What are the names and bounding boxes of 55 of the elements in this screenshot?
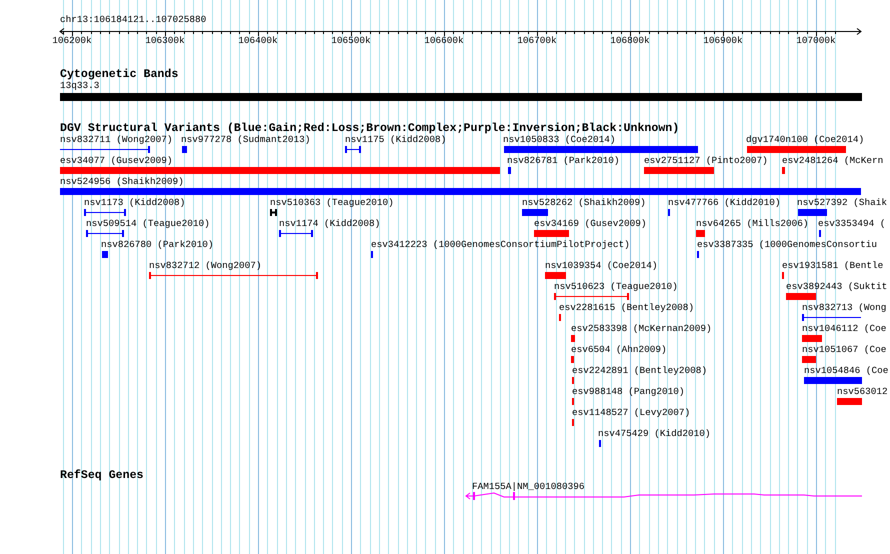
variant-label: nsv832711 (Wong2007) bbox=[60, 134, 173, 146]
variant-label: nsv832713 (Wong bbox=[802, 302, 886, 314]
variant-label: esv3387335 (1000GenomesConsortiu bbox=[697, 239, 878, 251]
variant-label: nsv1046112 (Coe bbox=[802, 323, 886, 335]
track-title: RefSeq Genes bbox=[60, 469, 144, 482]
variant-label: nsv1175 (Kidd2008) bbox=[345, 134, 446, 146]
variant-label: esv34077 (Gusev2009) bbox=[60, 155, 173, 167]
variant-label: esv3892443 (Suktit bbox=[786, 281, 888, 293]
tick-label: 106200k bbox=[52, 35, 92, 47]
variant-label: nsv510623 (Teague2010) bbox=[554, 281, 678, 293]
variant-label: esv3412223 (1000GenomesConsortiumPilotProject) bbox=[371, 239, 630, 251]
location-label: chr13:106184121..107025880 bbox=[60, 14, 206, 26]
variant-label: nsv528262 (Shaikh2009) bbox=[522, 197, 646, 209]
variant-label: nsv563012 bbox=[837, 386, 888, 398]
variant-label: nsv527392 (Shaik bbox=[797, 197, 888, 209]
track-title: DGV Structural Variants (Blue:Gain;Red:Loss;Brown:Complex;Purple:Inversion;Black:Unknown) bbox=[60, 122, 680, 135]
tick-label: 106700k bbox=[517, 35, 557, 47]
variant-label: esv6504 (Ahn2009) bbox=[571, 344, 667, 356]
variant-label: esv1148527 (Levy2007) bbox=[572, 407, 690, 419]
gene-label: FAM155A|NM_001080396 bbox=[472, 481, 585, 493]
variant-label: nsv826781 (Park2010) bbox=[507, 155, 620, 167]
variant-label: esv34169 (Gusev2009) bbox=[534, 218, 647, 230]
variant-label: nsv1050833 (Coe2014) bbox=[503, 134, 616, 146]
variant-label: nsv1054846 (Coe bbox=[804, 365, 888, 377]
variant-label: dgv1740n100 (Coe2014) bbox=[746, 134, 864, 146]
variant-label: nsv477766 (Kidd2010) bbox=[668, 197, 781, 209]
variant-label: esv2583398 (McKernan2009) bbox=[571, 323, 712, 335]
variant-label: esv2481264 (McKern bbox=[782, 155, 884, 167]
variant-label: esv3353494 ( bbox=[818, 218, 886, 230]
tick-label: 106600k bbox=[424, 35, 464, 47]
tick-label: 107000k bbox=[796, 35, 836, 47]
variant-label: nsv1051067 (Coe bbox=[802, 344, 886, 356]
variant-label: nsv832712 (Wong2007) bbox=[149, 260, 262, 272]
variant-label: nsv510363 (Teague2010) bbox=[270, 197, 394, 209]
variant-label: nsv524956 (Shaikh2009) bbox=[60, 176, 184, 188]
variant-label: esv1931581 (Bentle bbox=[782, 260, 884, 272]
variant-label: esv2242891 (Bentley2008) bbox=[572, 365, 708, 377]
tick-label: 106800k bbox=[610, 35, 650, 47]
variant-label: nsv509514 (Teague2010) bbox=[86, 218, 210, 230]
variant-label: esv2751127 (Pinto2007) bbox=[644, 155, 768, 167]
variant-label: nsv977278 (Sudmant2013) bbox=[181, 134, 310, 146]
tick-label: 106300k bbox=[145, 35, 185, 47]
variant-label: nsv1039354 (Coe2014) bbox=[545, 260, 658, 272]
variant-label: nsv64265 (Mills2006) bbox=[696, 218, 809, 230]
band-label: 13q33.3 bbox=[60, 80, 100, 92]
tick-label: 106500k bbox=[331, 35, 371, 47]
tick-label: 106400k bbox=[238, 35, 278, 47]
variant-label: esv988148 (Pang2010) bbox=[572, 386, 685, 398]
variant-label: nsv1174 (Kidd2008) bbox=[279, 218, 380, 230]
variant-label: esv2281615 (Bentley2008) bbox=[559, 302, 694, 314]
track-title: Cytogenetic Bands bbox=[60, 68, 178, 81]
variant-label: nsv826780 (Park2010) bbox=[101, 239, 214, 251]
tick-label: 106900k bbox=[703, 35, 743, 47]
variant-label: nsv1173 (Kidd2008) bbox=[84, 197, 186, 209]
variant-label: nsv475429 (Kidd2010) bbox=[598, 428, 711, 440]
